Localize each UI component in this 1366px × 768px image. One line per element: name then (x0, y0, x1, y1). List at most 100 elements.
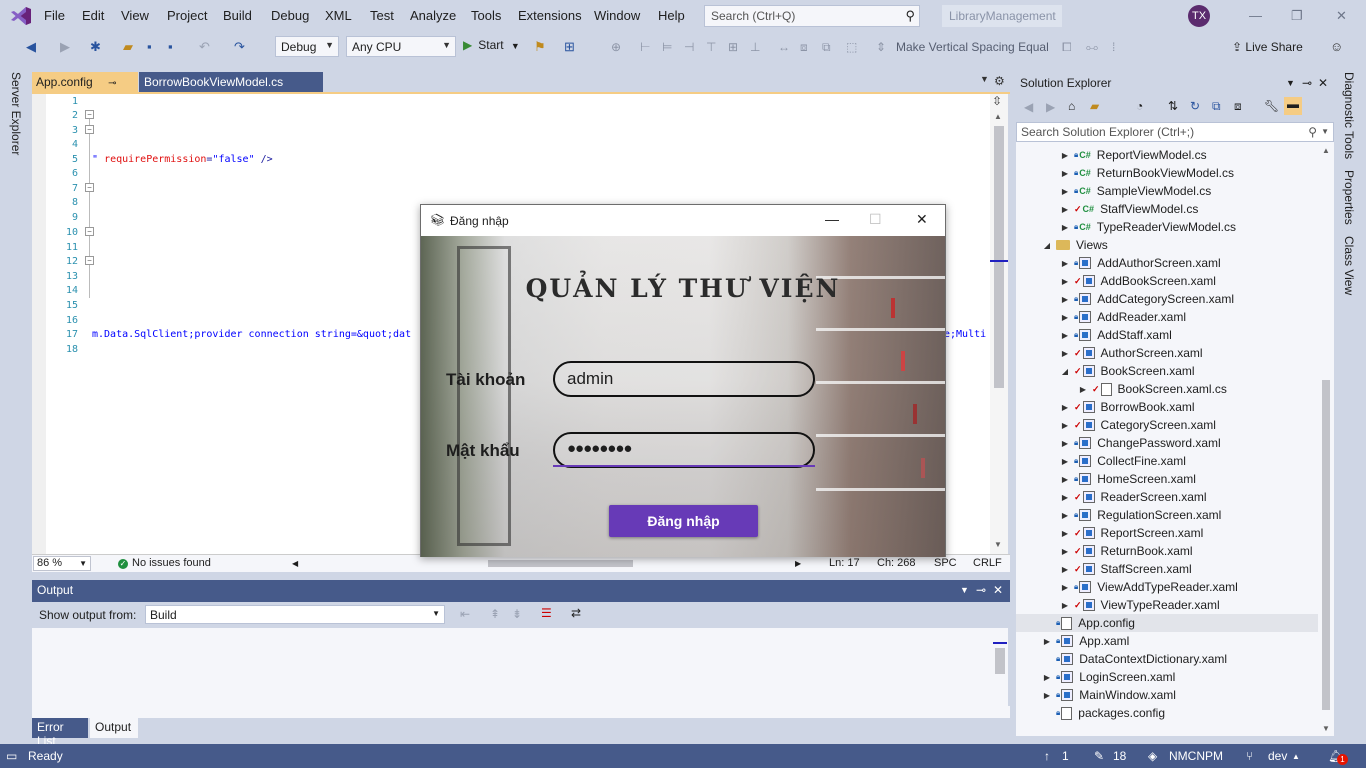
close-icon[interactable]: ✕ (993, 583, 1003, 597)
tree-item[interactable]: 🔒︎ packages.config (1042, 704, 1165, 722)
expand-arrow-icon[interactable]: ▶ (1060, 205, 1070, 214)
word-wrap-icon[interactable]: ⇄ (571, 606, 581, 620)
tree-item[interactable]: ▶ ✓ CategoryScreen.xaml (1060, 416, 1216, 434)
arrow-up-icon[interactable]: ↑ (1044, 749, 1050, 763)
expand-arrow-icon[interactable]: ▶ (1042, 691, 1052, 700)
password-field[interactable]: ●●●●●●●● (553, 432, 815, 468)
tab-error-list[interactable]: Error List (32, 718, 88, 748)
tree-item[interactable]: ▶ ✓ ViewTypeReader.xaml (1060, 596, 1220, 614)
tree-item[interactable]: ▶ 🔒︎ C# TypeReaderViewModel.cs (1060, 218, 1236, 236)
expand-arrow-icon[interactable]: ▶ (1060, 583, 1070, 592)
scroll-right-icon[interactable]: ▶ (795, 559, 801, 568)
repository-name[interactable]: NMCNPM (1169, 749, 1223, 763)
scroll-down-icon[interactable]: ▼ (994, 540, 1002, 549)
tree-item[interactable]: ◢ ✓ BookScreen.xaml (1060, 362, 1195, 380)
scroll-down-icon[interactable]: ▼ (1322, 724, 1330, 733)
scroll-up-icon[interactable]: ▲ (1322, 146, 1330, 155)
live-share-button[interactable]: ⇪ Live Share (1232, 40, 1303, 54)
chevron-up-icon[interactable]: ▲ (1292, 752, 1300, 761)
tab-borrow-book-view-model[interactable]: BorrowBookViewModel.cs (139, 72, 323, 92)
scroll-left-icon[interactable]: ◀ (292, 559, 298, 568)
expand-arrow-icon[interactable]: ▶ (1042, 637, 1052, 646)
tab-app-config[interactable]: App.config ⊸ ✕ (32, 72, 138, 103)
tree-item[interactable]: ▶ ✓ C# StaffViewModel.cs (1060, 200, 1198, 218)
collapse-icon[interactable]: − (85, 125, 94, 134)
tree-item[interactable]: ▶ ✓ StaffScreen.xaml (1060, 560, 1192, 578)
same-size-icon[interactable]: ⧈ (800, 40, 808, 55)
collapse-icon[interactable]: − (85, 183, 94, 192)
sync-icon[interactable]: ⇅ (1168, 99, 1178, 113)
expand-arrow-icon[interactable]: ▶ (1060, 403, 1070, 412)
menu-project[interactable]: Project (167, 8, 207, 23)
collapse-all-icon[interactable]: ⧉ (1212, 99, 1221, 114)
send-back-icon[interactable]: ⧟ (1086, 40, 1098, 55)
expand-arrow-icon[interactable]: ▶ (1060, 151, 1070, 160)
expand-arrow-icon[interactable]: ▶ (1060, 169, 1070, 178)
switch-views-icon[interactable]: ▰ (1090, 99, 1099, 113)
tab-output[interactable]: Output (90, 718, 138, 738)
pencil-icon[interactable]: ✎ (1094, 749, 1104, 763)
expand-arrow-icon[interactable]: ◢ (1042, 241, 1052, 250)
tree-item[interactable]: ▶ 🔒︎ App.xaml (1042, 632, 1129, 650)
expand-arrow-icon[interactable]: ▶ (1060, 457, 1070, 466)
start-button[interactable]: ▶ Start ▼ (463, 38, 520, 52)
tree-item[interactable]: ▶ 🔒︎ AddStaff.xaml (1060, 326, 1172, 344)
branch-name[interactable]: dev (1268, 749, 1287, 763)
refresh-icon[interactable]: ↻ (1190, 99, 1200, 113)
pin-icon[interactable]: ⊸ (1302, 76, 1312, 90)
expand-arrow-icon[interactable]: ▶ (1060, 511, 1070, 520)
gear-icon[interactable]: ⚙ (994, 74, 1005, 88)
menu-xml[interactable]: XML (325, 8, 352, 23)
menu-analyze[interactable]: Analyze (410, 8, 456, 23)
collapse-icon[interactable]: − (85, 227, 94, 236)
properties-tab[interactable]: Properties (1342, 170, 1356, 225)
output-vertical-scrollbar[interactable] (992, 628, 1008, 706)
login-button[interactable]: Đăng nhập (609, 505, 758, 537)
pending-changes-icon[interactable]: ◔ (1136, 99, 1143, 113)
menu-file[interactable]: File (44, 8, 65, 23)
save-icon[interactable]: ▪ (147, 39, 152, 54)
tree-item[interactable]: ▶ ✓ ReturnBook.xaml (1060, 542, 1193, 560)
repository-icon[interactable]: ◈ (1148, 749, 1157, 763)
tree-item[interactable]: 🔒︎ App.config (1042, 614, 1135, 632)
expand-arrow-icon[interactable]: ▶ (1042, 673, 1052, 682)
next-message-icon[interactable]: ⇟ (512, 607, 522, 621)
expand-arrow-icon[interactable]: ◢ (1060, 367, 1070, 376)
tree-item[interactable]: ▶ ✓ ReaderScreen.xaml (1060, 488, 1207, 506)
tree-item[interactable]: ▶ 🔒︎ LoginScreen.xaml (1042, 668, 1175, 686)
tree-item[interactable]: ▶ ✓ BorrowBook.xaml (1060, 398, 1195, 416)
find-message-icon[interactable]: ⇤ (460, 607, 470, 621)
scrollbar-thumb[interactable] (1322, 380, 1330, 710)
output-source-combo[interactable]: Build ▼ (145, 605, 445, 624)
expand-arrow-icon[interactable]: ▶ (1060, 565, 1070, 574)
expand-arrow-icon[interactable]: ▶ (1060, 313, 1070, 322)
restore-icon[interactable]: ❐ (1291, 8, 1303, 24)
expand-arrow-icon[interactable]: ▶ (1060, 349, 1070, 358)
configuration-combo[interactable]: Debug ▼ (275, 36, 339, 57)
back-icon[interactable]: ◀ (26, 39, 36, 55)
align-middle-icon[interactable]: ⊞ (728, 40, 738, 54)
collapse-icon[interactable]: − (85, 110, 94, 119)
open-folder-icon[interactable]: ▰ (123, 39, 133, 55)
expand-arrow-icon[interactable]: ▶ (1060, 259, 1070, 268)
redo-icon[interactable]: ↷ (234, 39, 245, 55)
output-horizontal-scrollbar[interactable] (32, 706, 1010, 718)
pin-icon[interactable]: ⊸ (976, 583, 986, 597)
expand-arrow-icon[interactable]: ▶ (1060, 601, 1070, 610)
solution-search-input[interactable]: Search Solution Explorer (Ctrl+;) ⚲ ▼ (1016, 122, 1334, 142)
align-left-icon[interactable]: ⊢ (640, 40, 650, 54)
tree-item[interactable]: ▶ 🔒︎ CollectFine.xaml (1060, 452, 1186, 470)
tree-item[interactable]: ▶ 🔒︎ AddCategoryScreen.xaml (1060, 290, 1234, 308)
minimize-icon[interactable]: — (1249, 8, 1262, 23)
menu-help[interactable]: Help (658, 8, 685, 23)
forward-icon[interactable]: ▶ (1046, 100, 1055, 114)
close-icon[interactable]: ✕ (916, 211, 928, 228)
close-icon[interactable]: ✕ (1336, 8, 1347, 24)
hot-reload-icon[interactable]: ⚑ (534, 39, 546, 55)
tree-item[interactable]: ▶ ✓ BookScreen.xaml.cs (1078, 380, 1227, 398)
expand-arrow-icon[interactable]: ▶ (1060, 331, 1070, 340)
bring-front-icon[interactable]: ⧠ (1062, 40, 1072, 55)
snap-grid-icon[interactable]: ⊞ (564, 39, 575, 55)
tree-item[interactable]: ▶ 🔒︎ C# ReturnBookViewModel.cs (1060, 164, 1234, 182)
minimize-icon[interactable]: — (825, 211, 839, 227)
